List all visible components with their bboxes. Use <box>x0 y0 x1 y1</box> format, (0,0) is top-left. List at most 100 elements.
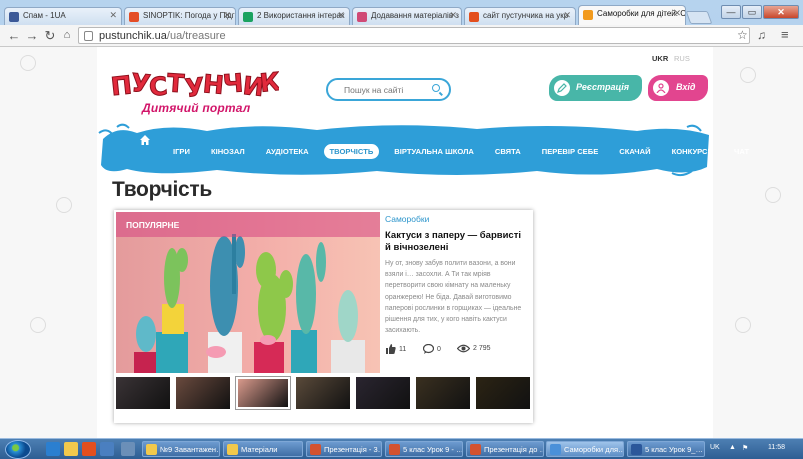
close-tab-icon[interactable]: ✕ <box>673 8 681 19</box>
tab-strip: Спам - 1UA ✕ SINOPTIK: Погода у Підг ✕ 2 В… <box>0 3 803 25</box>
network-icon[interactable] <box>121 442 135 456</box>
taskbar-app-icon <box>227 444 238 455</box>
background-circle <box>735 317 751 333</box>
clock[interactable]: 11:58 <box>768 444 785 451</box>
close-tab-icon[interactable]: ✕ <box>449 10 457 21</box>
page-content: П У С Т У Н Ч И К Дитячий портал UKR RUS… <box>97 47 749 438</box>
taskbar-item-label: 5 клас Урок 9_… <box>645 445 703 454</box>
tab-site-pustunchik[interactable]: сайт пустунчика на укр ✕ <box>464 7 576 25</box>
gallery-thumbnail[interactable] <box>296 377 350 409</box>
taskbar-item[interactable]: 5 клас Урок 9 - … <box>385 441 463 457</box>
register-button[interactable]: Реєстрація <box>549 75 642 101</box>
gallery-thumbnail[interactable] <box>235 376 291 410</box>
taskbar-app-icon <box>550 444 561 455</box>
tray-arrow-icon[interactable]: ▲ <box>729 444 736 451</box>
close-tab-icon[interactable]: ✕ <box>337 10 345 21</box>
start-button[interactable] <box>5 440 31 459</box>
main-navigation: ІГРИ КІНОЗАЛ АУДІОТЕКА ТВОРЧІСТЬ ВІРТУАЛ… <box>97 119 749 179</box>
featured-image[interactable]: ПОПУЛЯРНЕ <box>116 212 380 373</box>
language-indicator[interactable]: UK <box>710 444 720 451</box>
media-icon[interactable] <box>82 442 96 456</box>
forward-arrow-icon[interactable]: → <box>24 28 40 43</box>
article-title-link[interactable]: Кактуси з паперу — барвисті й вічнозелен… <box>385 230 528 253</box>
svg-text:С: С <box>148 71 169 101</box>
taskbar-item-label: Презентація - 3… <box>324 445 382 454</box>
likes-stat[interactable]: 11 <box>385 344 406 354</box>
comment-icon <box>423 344 434 354</box>
nav-item-cinema[interactable]: КІНОЗАЛ <box>205 144 251 159</box>
menu-icon[interactable]: ≡ <box>781 27 789 42</box>
tab-samorobky[interactable]: Саморобки для дітей. С ✕ <box>578 5 686 25</box>
home-icon[interactable]: ⌂ <box>59 29 75 41</box>
taskbar-item[interactable]: Саморобки для… <box>546 441 624 457</box>
site-search[interactable] <box>326 78 451 101</box>
background-circle <box>56 197 72 213</box>
close-tab-icon[interactable]: ✕ <box>109 10 117 21</box>
user-icon <box>651 78 671 98</box>
svg-text:К: К <box>258 67 279 98</box>
taskbar-item-label: №9 Завантажен… <box>160 445 220 454</box>
gallery-thumbnail[interactable] <box>476 377 530 409</box>
page-icon <box>84 31 93 41</box>
tab-favicon <box>357 12 367 22</box>
new-tab-button[interactable] <box>685 11 713 24</box>
lang-rus-link[interactable]: RUS <box>674 54 690 63</box>
login-button[interactable]: Вхід <box>648 75 708 101</box>
close-tab-icon[interactable]: ✕ <box>223 10 231 21</box>
thumbs-up-icon <box>386 344 396 354</box>
back-arrow-icon[interactable]: ← <box>6 28 22 43</box>
views-stat: 2 795 <box>457 344 491 353</box>
eye-icon <box>457 344 470 353</box>
background-circle <box>765 187 781 203</box>
taskbar-item[interactable]: №9 Завантажен… <box>142 441 220 457</box>
ie-icon[interactable] <box>46 442 60 456</box>
taskbar-item-label: Саморобки для… <box>564 445 624 454</box>
tab-sinoptik[interactable]: SINOPTIK: Погода у Підг ✕ <box>124 7 236 25</box>
taskbar-item[interactable]: Презентація до … <box>466 441 544 457</box>
search-icon[interactable] <box>432 84 440 92</box>
search-input[interactable] <box>344 85 429 95</box>
bookmark-star-icon[interactable]: ☆ <box>737 28 748 42</box>
logo-subtitle: Дитячий портал <box>142 101 251 115</box>
article-category-link[interactable]: Саморобки <box>385 214 429 224</box>
tab-interactive[interactable]: 2 Використання інтерак ✕ <box>238 7 350 25</box>
maximize-button[interactable]: ▭ <box>742 5 762 19</box>
nav-item-test-yourself[interactable]: ПЕРЕВІР СЕБЕ <box>536 144 605 159</box>
nav-item-games[interactable]: ІГРИ <box>167 144 196 159</box>
gallery-thumbnail[interactable] <box>116 377 170 409</box>
background-circle <box>20 55 36 71</box>
folder-icon[interactable] <box>64 442 78 456</box>
taskbar-item[interactable]: Презентація - 3… <box>306 441 382 457</box>
nav-item-creativity[interactable]: ТВОРЧІСТЬ <box>323 143 380 159</box>
nav-item-holidays[interactable]: СВЯТА <box>489 144 527 159</box>
nav-item-chat[interactable]: ЧАТ <box>728 144 755 159</box>
gallery-thumbnail[interactable] <box>176 377 230 409</box>
headphones-icon[interactable]: ♫ <box>757 28 766 42</box>
reload-icon[interactable]: ↻ <box>42 28 58 44</box>
address-bar[interactable]: pustunchik.ua/ua/treasure <box>78 27 750 44</box>
tab-add-materials[interactable]: Додавання матеріалів з ✕ <box>352 7 462 25</box>
minimize-button[interactable]: — <box>721 5 741 19</box>
nav-item-virtual-school[interactable]: ВІРТУАЛЬНА ШКОЛА <box>388 144 480 159</box>
background-circle <box>30 317 46 333</box>
window-controls: — ▭ ✕ <box>721 5 799 19</box>
popular-badge: ПОПУЛЯРНЕ <box>116 212 380 237</box>
browser-toolbar: ← → ↻ ⌂ pustunchik.ua/ua/treasure ☆ ♫ ≡ <box>0 25 803 47</box>
gallery-thumbnail[interactable] <box>416 377 470 409</box>
nav-item-audio[interactable]: АУДІОТЕКА <box>260 144 315 159</box>
gallery-thumbnail[interactable] <box>356 377 410 409</box>
tab-1ua[interactable]: Спам - 1UA ✕ <box>4 7 122 25</box>
flag-icon[interactable]: ⚑ <box>742 444 748 452</box>
tab-favicon <box>9 12 19 22</box>
comments-stat[interactable]: 0 <box>423 344 441 354</box>
lang-ukr-link[interactable]: UKR <box>652 54 668 63</box>
nav-item-download[interactable]: СКАЧАЙ <box>613 144 656 159</box>
close-tab-icon[interactable]: ✕ <box>563 10 571 21</box>
taskbar-app-icon <box>146 444 157 455</box>
taskbar-item[interactable]: Матеріали <box>223 441 303 457</box>
taskbar-item[interactable]: 5 клас Урок 9_… <box>627 441 705 457</box>
pencil-icon <box>552 78 572 98</box>
close-window-button[interactable]: ✕ <box>763 5 799 19</box>
nav-item-contests[interactable]: КОНКУРСИ <box>666 144 719 159</box>
desktop-icon[interactable] <box>100 442 114 456</box>
